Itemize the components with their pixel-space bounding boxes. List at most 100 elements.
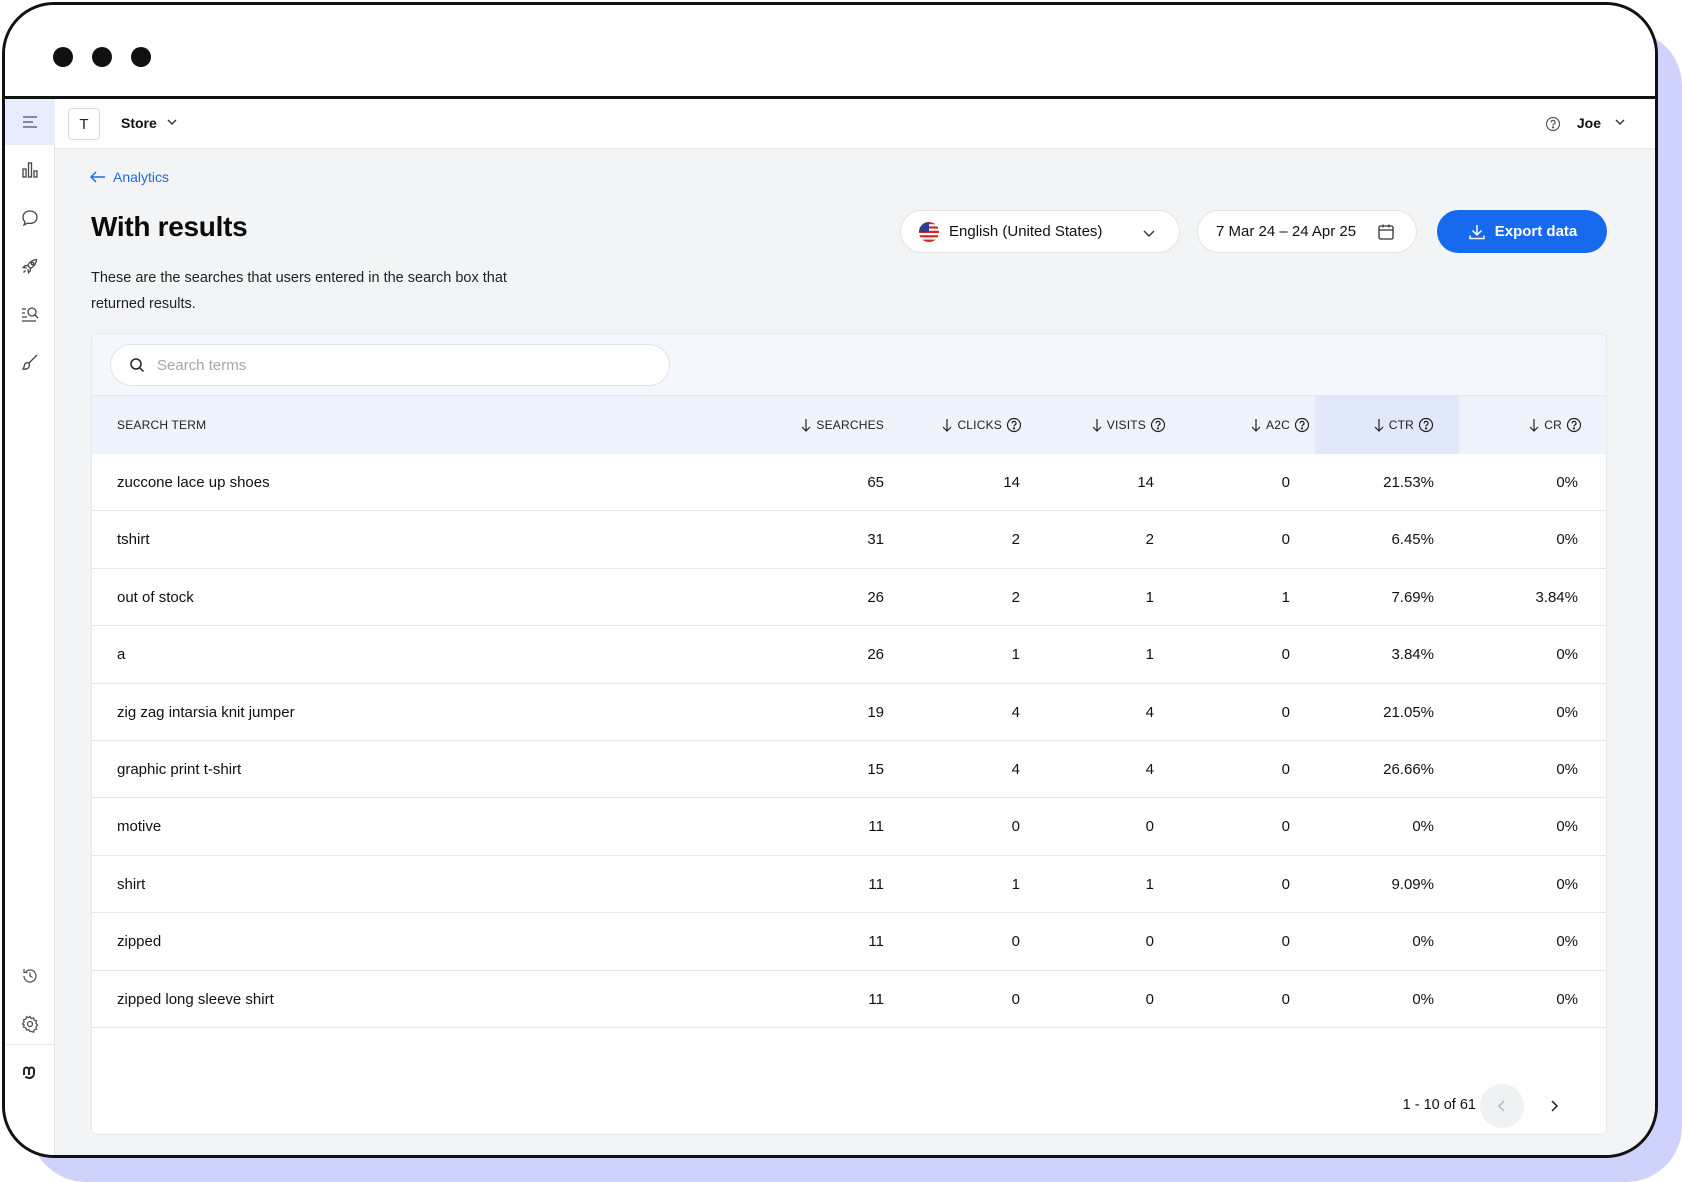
- chevron-right-icon: [1551, 1100, 1559, 1112]
- cell-cr: 0%: [1556, 875, 1578, 893]
- cell-term: zipped: [117, 933, 162, 951]
- history-icon[interactable]: [5, 953, 55, 999]
- sort-arrow-down-icon: [943, 419, 952, 432]
- page-title: With results: [91, 211, 248, 242]
- cell-term: zig zag intarsia knit jumper: [117, 703, 295, 721]
- back-link[interactable]: Analytics: [89, 169, 169, 185]
- chevron-down-icon[interactable]: [1613, 115, 1627, 129]
- window-dot-close[interactable]: [53, 47, 73, 67]
- table-row[interactable]: tshirt 31 2 2 0 6.45% 0%: [92, 511, 1606, 569]
- window-dot-minimize[interactable]: [92, 47, 112, 67]
- window-titlebar: [5, 5, 1655, 99]
- pagination: 1 - 10 of 61: [92, 1078, 1606, 1134]
- sort-arrow-down-icon: [1529, 419, 1539, 432]
- column-label: SEARCH TERM: [117, 418, 207, 432]
- table-row[interactable]: zipped 11 0 0 0 0% 0%: [92, 913, 1606, 971]
- table-row[interactable]: motive 11 0 0 0 0% 0%: [92, 798, 1606, 856]
- table-header: SEARCH TERM SEARCHES CLICKS VISITS A2C C…: [92, 396, 1606, 454]
- settings-icon[interactable]: [5, 1001, 55, 1047]
- bar-chart-icon[interactable]: [5, 147, 55, 193]
- help-icon[interactable]: [1566, 417, 1582, 433]
- search-input[interactable]: [157, 356, 637, 374]
- sort-arrow-down-icon: [801, 419, 811, 432]
- pagination-range: 1 - 10 of 61: [1402, 1097, 1476, 1113]
- column-header-a2c[interactable]: A2C: [1160, 396, 1310, 454]
- chevron-down-icon: [1143, 230, 1155, 237]
- language-select-value: English (United States): [949, 223, 1103, 240]
- cell-cr: 0%: [1556, 703, 1578, 721]
- table-row[interactable]: out of stock 26 2 1 1 7.69% 3.84%: [92, 568, 1606, 627]
- main-content: Analytics With results These are the sea…: [55, 149, 1655, 1155]
- export-data-button[interactable]: Export data: [1437, 210, 1607, 253]
- cell-cr: 0%: [1556, 990, 1578, 1008]
- top-bar: T Store Joe: [55, 99, 1655, 149]
- cell-cr: 0%: [1556, 933, 1578, 951]
- column-label: A2C: [1266, 418, 1290, 432]
- sort-arrow-down-icon: [1092, 419, 1102, 432]
- cell-cr: 3.84%: [1535, 588, 1578, 606]
- table-body: zuccone lace up shoes 65 14 14 0 21.53% 0% tshi…: [92, 454, 1606, 1028]
- table-row[interactable]: zig zag intarsia knit jumper 19 4 4 0 21.05% 0…: [92, 683, 1606, 741]
- date-range-value: 7 Mar 24 – 24 Apr 25: [1216, 223, 1357, 240]
- table-row[interactable]: shirt 11 1 1 0 9.09% 0%: [92, 855, 1606, 914]
- cell-term: a: [117, 646, 126, 664]
- chevron-down-icon[interactable]: [165, 115, 179, 129]
- cell-term: zuccone lace up shoes: [117, 474, 270, 491]
- column-label: CTR: [1388, 418, 1414, 432]
- store-selector[interactable]: Store: [121, 115, 157, 131]
- app-window: T Store Joe Analytics With results These…: [2, 2, 1658, 1158]
- search-list-icon[interactable]: [5, 291, 55, 337]
- cell-term: graphic print t-shirt: [117, 760, 242, 778]
- results-table-card: SEARCH TERM SEARCHES CLICKS VISITS: [91, 333, 1607, 1135]
- window-dot-maximize[interactable]: [131, 47, 151, 67]
- table-row[interactable]: zuccone lace up shoes 65 14 14 0 21.53% 0%: [92, 454, 1606, 512]
- cell-term: tshirt: [117, 531, 150, 549]
- search-icon: [130, 358, 145, 373]
- download-icon: [1468, 224, 1485, 239]
- chat-icon[interactable]: [5, 195, 55, 241]
- table-row[interactable]: a 26 1 1 0 3.84% 0%: [92, 626, 1606, 684]
- help-icon[interactable]: [1294, 417, 1310, 433]
- cell-term: shirt: [117, 875, 146, 893]
- menu-icon[interactable]: [5, 99, 55, 145]
- help-icon[interactable]: [1545, 116, 1561, 132]
- language-select[interactable]: English (United States): [900, 210, 1180, 253]
- cell-cr: 0%: [1556, 760, 1578, 778]
- brand-logo-icon: [5, 1044, 55, 1100]
- sort-arrow-down-icon: [1251, 419, 1261, 432]
- back-link-label: Analytics: [113, 169, 170, 185]
- cell-term: out of stock: [117, 588, 194, 606]
- column-header-searches[interactable]: SEARCHES: [732, 396, 884, 454]
- previous-page-button[interactable]: [1480, 1084, 1524, 1128]
- date-range-picker[interactable]: 7 Mar 24 – 24 Apr 25: [1197, 210, 1417, 253]
- us-flag-icon: [919, 221, 939, 242]
- column-header-cr[interactable]: CR: [1432, 396, 1582, 454]
- column-header-search-term[interactable]: SEARCH TERM: [117, 396, 417, 454]
- page-description: These are the searches that users entere…: [91, 270, 507, 312]
- export-data-label: Export data: [1494, 223, 1578, 240]
- column-label: VISITS: [1106, 418, 1146, 432]
- rocket-icon[interactable]: [5, 243, 55, 289]
- column-label: CLICKS: [957, 418, 1002, 432]
- table-search-bar: [92, 334, 1606, 396]
- search-box[interactable]: [110, 344, 670, 386]
- arrow-left-icon: [90, 171, 105, 183]
- cell-term: motive: [117, 818, 162, 836]
- table-row[interactable]: graphic print t-shirt 15 4 4 0 26.66% 0%: [92, 740, 1606, 799]
- store-avatar[interactable]: T: [68, 108, 100, 140]
- brush-icon[interactable]: [5, 339, 55, 385]
- sidebar: [5, 99, 55, 1155]
- sort-arrow-down-icon: [1374, 419, 1384, 432]
- cell-cr: 0%: [1556, 646, 1578, 664]
- cell-cr: 0%: [1556, 818, 1578, 836]
- cell-term: zipped long sleeve shirt: [117, 990, 274, 1008]
- calendar-icon: [1378, 224, 1394, 240]
- next-page-button[interactable]: [1532, 1084, 1576, 1128]
- column-header-clicks[interactable]: CLICKS: [872, 396, 1022, 454]
- cell-cr: 0%: [1556, 474, 1578, 491]
- table-row[interactable]: zipped long sleeve shirt 11 0 0 0 0% 0%: [92, 970, 1606, 1028]
- column-header-visits[interactable]: VISITS: [1016, 396, 1166, 454]
- column-label: CR: [1544, 418, 1562, 432]
- user-menu[interactable]: Joe: [1577, 115, 1601, 131]
- cell-cr: 0%: [1556, 531, 1578, 549]
